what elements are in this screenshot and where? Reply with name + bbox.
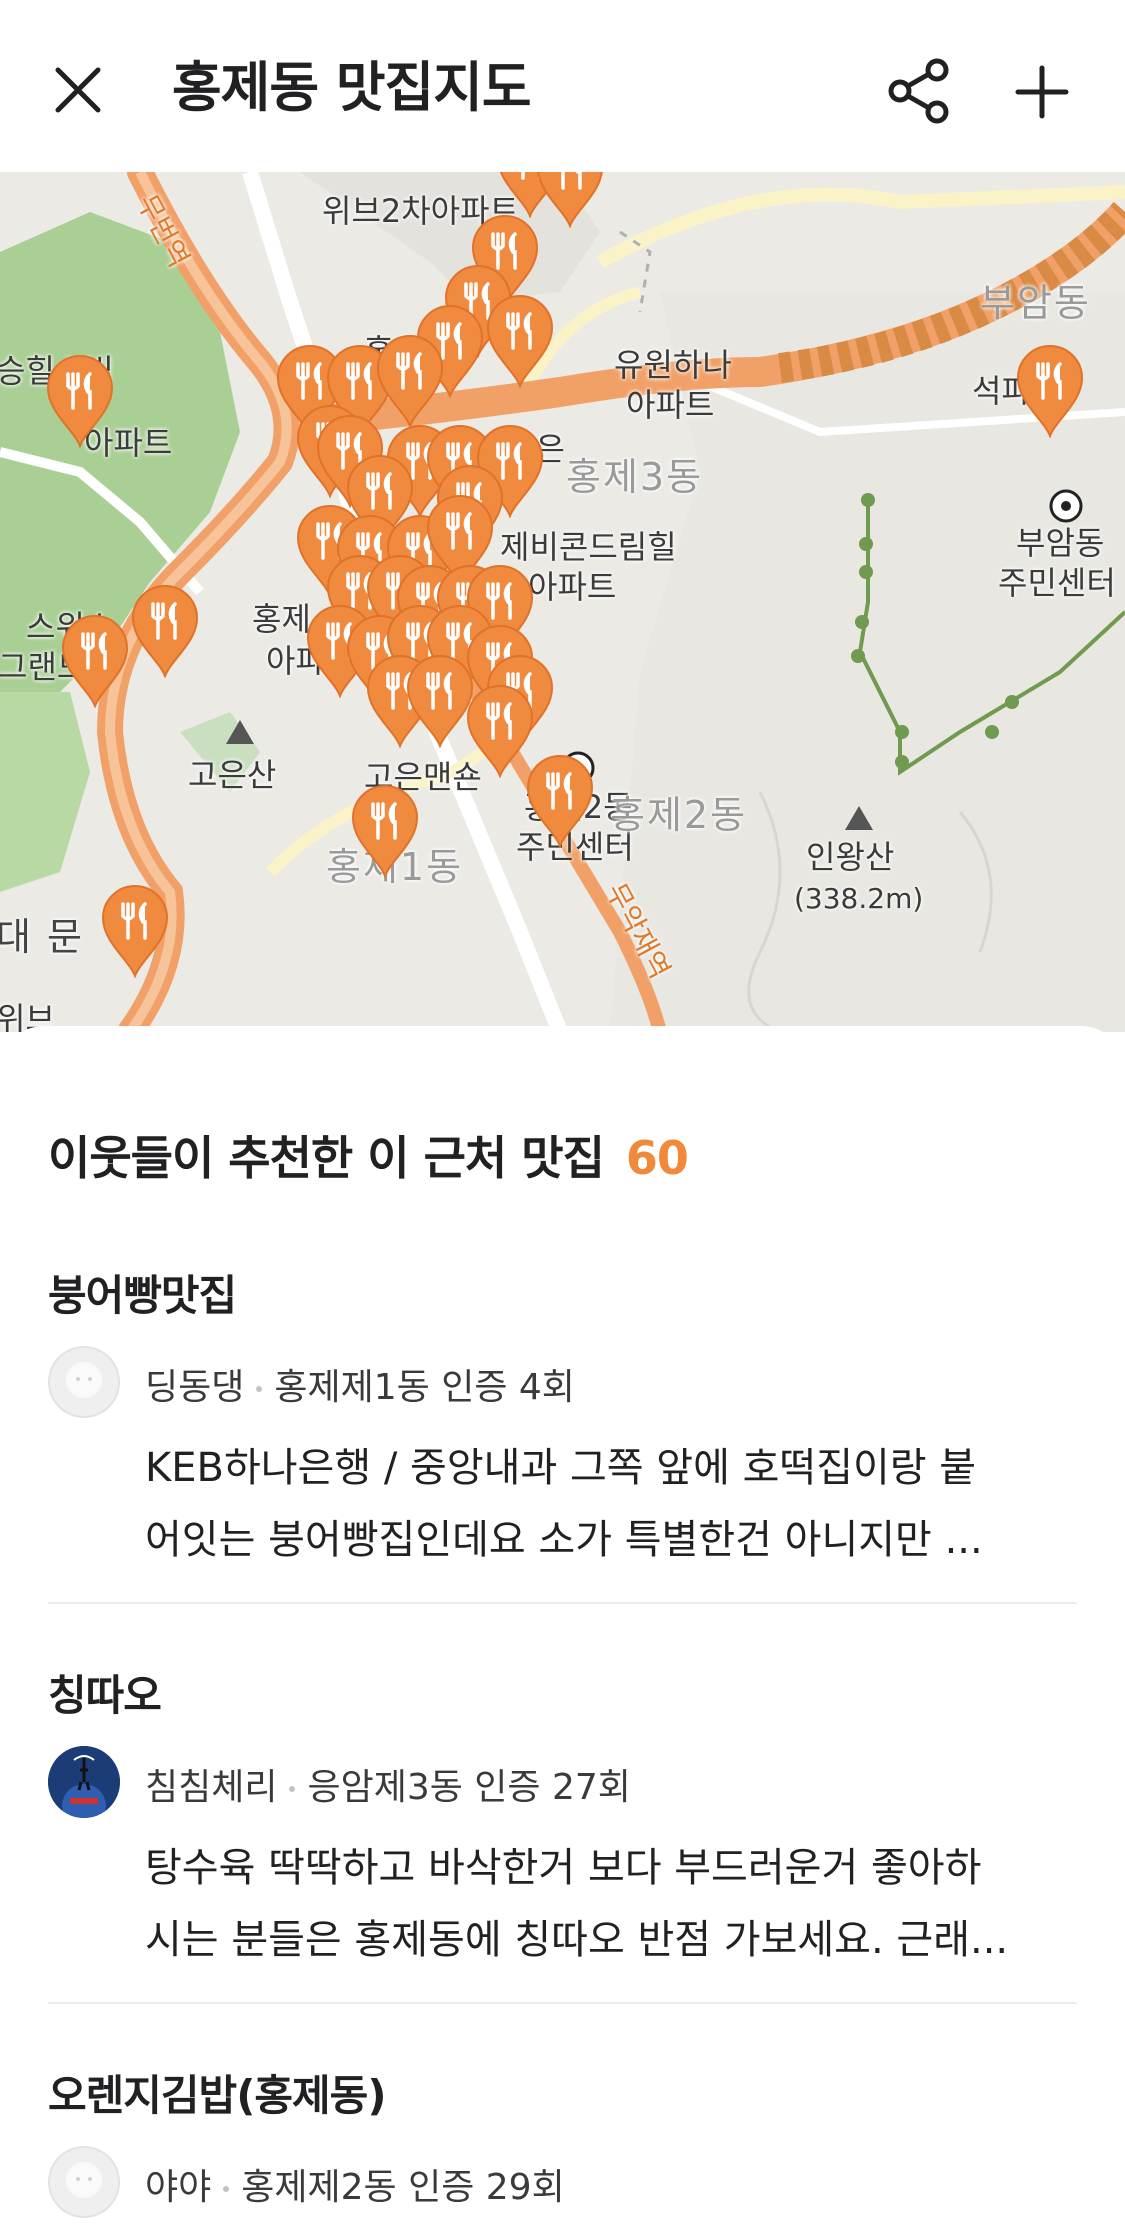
username[interactable]: 딩동댕: [145, 1367, 244, 1408]
review-line: 어잇는 붕어빵집인데요 소가 특별한건 아니지만 ...: [145, 1517, 983, 1563]
restaurant-name: 칭따오: [48, 1671, 162, 1720]
divider: [48, 2002, 1077, 2004]
close-icon[interactable]: [50, 62, 106, 118]
map-label: 부암동: [980, 281, 1091, 325]
username[interactable]: 야야: [145, 2167, 211, 2208]
default-avatar-icon: [48, 1346, 120, 1418]
list-heading-text: 이웃들이 추천한 이 근처 맛집: [48, 1131, 605, 1185]
review-text: KEB하나은행 / 중앙내과 그쪽 앞에 호떡집이랑 붙 어잇는 붕어빵집인데요…: [145, 1432, 1125, 1576]
list-item[interactable]: 칭따오 침침체리 응암제3동 인증 27회 탕수육 딱딱하고 바삭한거 보다 부드…: [48, 1662, 1078, 1976]
map-label: 홍제3동: [566, 455, 704, 499]
review-line: 탕수육 딱딱하고 바삭한거 보다 부드러운거 좋아하: [145, 1845, 982, 1891]
restaurant-pin-icon[interactable]: [484, 292, 556, 388]
restaurant-pin-icon[interactable]: [129, 582, 201, 678]
user-location: 홍제제2동 인증 29회: [241, 2167, 565, 2208]
restaurant-pin-icon[interactable]: [1014, 342, 1086, 438]
map-view[interactable]: 위브2차아파트 홍은 홍은 유원하나 아파트 홍제3동 부암동 석파 부암동 주…: [0, 172, 1125, 1032]
restaurant-pin-icon[interactable]: [534, 172, 606, 228]
top-bar: 홍제동 맛집지도: [0, 0, 1125, 172]
list-count: 60: [625, 1131, 689, 1185]
map-label: 고은산: [188, 756, 277, 794]
review-line: KEB하나은행 / 중앙내과 그쪽 앞에 호떡집이랑 붙: [145, 1445, 977, 1491]
review-meta: 딩동댕 홍제제1동 인증 4회: [48, 1346, 1078, 1418]
separator-dot: [223, 2186, 230, 2192]
restaurant-name: 붕어빵맛집: [48, 1271, 237, 1320]
avatar[interactable]: [48, 1346, 120, 1418]
review-line: 시는 분들은 홍제동에 칭따오 반점 가보세요. 근래...: [145, 1917, 1009, 1963]
profile-photo-icon: [48, 1746, 120, 1818]
restaurant-pin-icon[interactable]: [349, 782, 421, 878]
map-label: 주민센터: [998, 564, 1116, 602]
restaurant-list-sheet[interactable]: 이웃들이 추천한 이 근처 맛집 60 붕어빵맛집 딩동댕 홍제제1동 인증 4회 …: [0, 1026, 1125, 2230]
review-meta: 야야 홍제제2동 인증 29회: [48, 2146, 1078, 2218]
separator-dot: [256, 1386, 263, 1392]
avatar[interactable]: [48, 2146, 120, 2218]
restaurant-pin-icon[interactable]: [524, 752, 596, 848]
restaurant-pin-icon[interactable]: [44, 352, 116, 448]
map-label: 제비콘드림힐: [500, 528, 677, 566]
map-label: 아파트: [626, 386, 715, 424]
share-icon[interactable]: [885, 56, 955, 126]
map-label: 인왕산: [806, 838, 895, 876]
add-icon[interactable]: [1012, 62, 1072, 122]
restaurant-pin-icon[interactable]: [99, 882, 171, 978]
restaurant-name: 오렌지김밥(홍제동): [48, 2071, 387, 2120]
map-label: 홍제: [252, 600, 311, 638]
map-label: 유원하나: [614, 346, 732, 384]
review-meta: 침침체리 응암제3동 인증 27회: [48, 1746, 1078, 1818]
map-label: 홍제2동: [610, 793, 748, 837]
review-text: 탕수육 딱딱하고 바삭한거 보다 부드러운거 좋아하 시는 분들은 홍제동에 칭…: [145, 1832, 1125, 1976]
avatar[interactable]: [48, 1746, 120, 1818]
list-heading: 이웃들이 추천한 이 근처 맛집 60: [48, 1122, 689, 1188]
map-label: 아파트: [528, 568, 617, 606]
restaurant-pin-icon[interactable]: [59, 612, 131, 708]
list-item[interactable]: 붕어빵맛집 딩동댕 홍제제1동 인증 4회 KEB하나은행 / 중앙내과 그쪽 앞…: [48, 1262, 1078, 1576]
list-item[interactable]: 오렌지김밥(홍제동) 야야 홍제제2동 인증 29회: [48, 2062, 1078, 2218]
user-location: 홍제제1동 인증 4회: [274, 1367, 575, 1408]
username[interactable]: 침침체리: [145, 1767, 277, 1808]
separator-dot: [289, 1786, 296, 1792]
map-label: 부암동: [1016, 524, 1105, 562]
divider: [48, 1602, 1077, 1604]
default-avatar-icon: [48, 2146, 120, 2218]
user-location: 응암제3동 인증 27회: [307, 1767, 631, 1808]
page-title: 홍제동 맛집지도: [172, 56, 532, 119]
map-label: (338.2m): [794, 882, 924, 915]
map-label: 대 문: [0, 915, 84, 959]
